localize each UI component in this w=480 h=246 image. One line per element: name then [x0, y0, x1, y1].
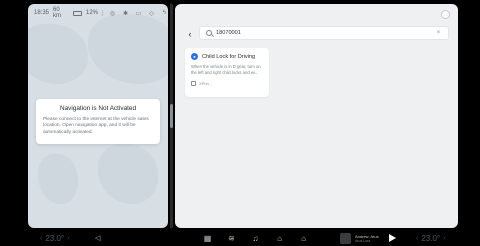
divider [102, 10, 103, 16]
status-bar: 18:35 60 km 12% ◎ ✱ ▭ ◇ ϟ [28, 4, 168, 22]
map-land [28, 24, 88, 84]
result-description: When the vehicle is in D gear, turn on t… [191, 64, 261, 75]
left-temperature-control[interactable]: ‹ 23.0° › [40, 234, 69, 243]
close-icon[interactable]: × [435, 30, 442, 37]
volume-icon[interactable]: ◁ [95, 234, 103, 242]
chevron-left-icon[interactable]: ‹ [416, 235, 418, 242]
map-land [88, 14, 168, 84]
navigation-notice: Navigation is Not Activated Please conne… [36, 99, 160, 144]
result-header: ● Child Lock for Driving [191, 53, 263, 60]
car-icon[interactable]: ⌂ [274, 233, 285, 244]
search-icon [206, 30, 212, 36]
map-pane[interactable]: 18:35 60 km 12% ◎ ✱ ▭ ◇ ϟ Navigation is … [28, 4, 168, 228]
dock: ‹ 23.0° › ◁ ▦ ≋ ♫ ⌂ ⌂ Andrew, Arus Arus … [28, 230, 458, 246]
result-title: Child Lock for Driving [202, 53, 256, 60]
child-lock-icon: ● [191, 53, 198, 60]
home-icon[interactable]: ⌂ [298, 233, 309, 244]
back-button[interactable]: ‹ [185, 28, 195, 40]
music-icon[interactable]: ♫ [250, 233, 261, 244]
play-icon[interactable] [388, 234, 396, 242]
right-temperature-control[interactable]: ‹ 23.0° › [416, 234, 445, 243]
media-subtitle: Arus Lora [355, 238, 371, 243]
signal-icon: ◎ [109, 10, 116, 17]
left-temperature: 23.0° [45, 233, 65, 243]
profile-icon[interactable] [441, 10, 450, 19]
chevron-right-icon[interactable]: › [67, 235, 69, 242]
split-handle[interactable] [170, 104, 173, 128]
result-source: XPhn... [199, 80, 213, 86]
media-info: Andrew, Arus Arus Lora [355, 234, 379, 243]
chevron-right-icon[interactable]: › [443, 235, 445, 242]
apps-grid-icon[interactable]: ▦ [202, 233, 213, 244]
camera-icon: ▭ [135, 10, 142, 17]
dock-shortcuts: ▦ ≋ ♫ ⌂ ⌂ [202, 233, 309, 244]
battery-icon [73, 10, 82, 16]
map-land [98, 144, 158, 204]
screen-frame: 18:35 60 km 12% ◎ ✱ ▭ ◇ ϟ Navigation is … [0, 0, 480, 246]
clock: 18:35 [34, 10, 50, 16]
result-footer: XPhn... [191, 80, 263, 86]
bluetooth-icon: ✱ [122, 10, 129, 17]
battery-percent: 12% [86, 10, 99, 16]
search-value: 18070001 [216, 30, 241, 36]
location-icon: ◇ [149, 10, 154, 17]
status-icons: ◎ ✱ ▭ ◇ ϟ [109, 10, 168, 17]
map-land [38, 154, 78, 204]
album-art [340, 232, 351, 244]
result-card[interactable]: ● Child Lock for Driving When the vehicl… [185, 48, 269, 97]
right-temperature: 23.0° [421, 233, 441, 243]
climate-fan-icon[interactable]: ≋ [226, 233, 237, 244]
flash-icon: ϟ [162, 10, 167, 16]
search-pane: · ‹ 18070001 × ● Child Lock for Driving … [175, 4, 458, 228]
search-input[interactable]: 18070001 × [199, 26, 449, 40]
app-icon [191, 80, 196, 86]
chevron-left-icon[interactable]: ‹ [40, 235, 42, 242]
range-readout: 60 km [53, 7, 62, 19]
notice-title: Navigation is Not Activated [59, 105, 137, 112]
notice-message: Please connect to the internet at the ve… [43, 117, 149, 135]
media-player[interactable]: Andrew, Arus Arus Lora [340, 232, 396, 244]
